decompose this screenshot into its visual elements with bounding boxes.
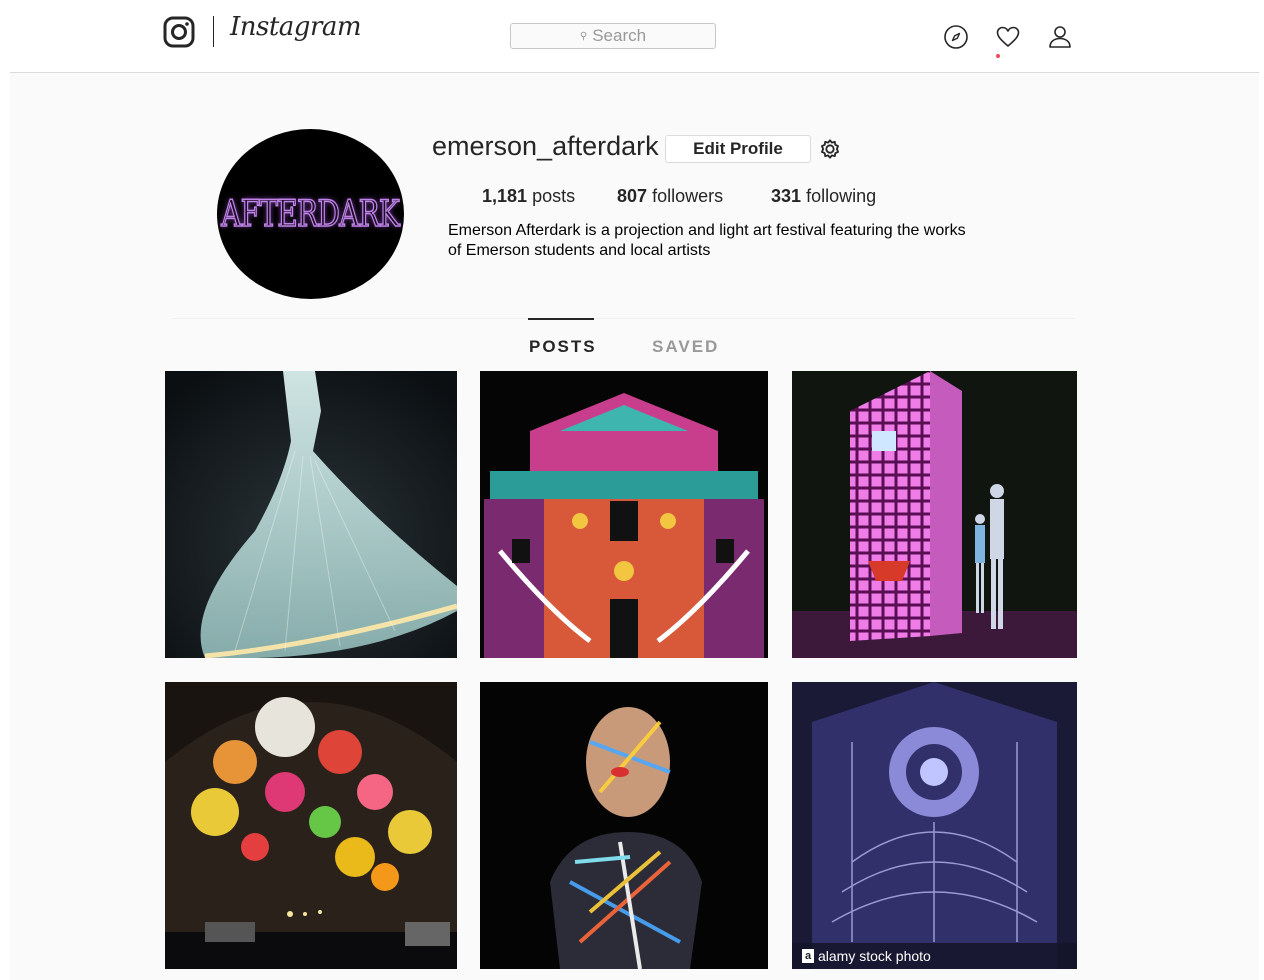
projection-portrait-image — [480, 682, 768, 969]
search-placeholder: Search — [592, 26, 647, 45]
alamy-logo-icon: a — [802, 949, 814, 963]
post-thumbnail-glowing-gown[interactable] — [165, 371, 457, 658]
profile-avatar[interactable]: AFTERDARK — [217, 129, 404, 299]
compass-icon[interactable] — [943, 24, 969, 50]
following-label: following — [806, 186, 877, 206]
tab-saved[interactable]: SAVED — [652, 337, 719, 357]
notification-dot — [996, 54, 1000, 58]
post-thumbnail-projection-portrait[interactable] — [480, 682, 768, 969]
profile-divider — [172, 318, 1075, 319]
avatar-logo-text: AFTERDARK — [221, 193, 401, 236]
bio-line-1: Emerson Afterdark is a projection and li… — [448, 222, 966, 239]
profile-username: emerson_afterdark — [432, 131, 659, 161]
tab-posts[interactable]: POSTS — [529, 337, 597, 357]
posts-count: 1,181 — [482, 186, 528, 206]
followers-label: followers — [652, 186, 724, 206]
instagram-glyph-icon[interactable] — [163, 16, 195, 48]
watermark-text: alamy stock photo — [818, 948, 931, 964]
stock-photo-watermark: a alamy stock photo — [792, 943, 1077, 969]
post-thumbnail-projection-cathedral[interactable]: a alamy stock photo — [792, 682, 1077, 969]
projection-building-image — [480, 371, 768, 658]
followers-count: 807 — [617, 186, 648, 206]
posts-label: posts — [532, 186, 576, 206]
instagram-wordmark[interactable]: Instagram — [230, 12, 362, 42]
flower-tunnel-image — [165, 682, 457, 969]
bio-line-2: of Emerson students and local artists — [448, 242, 711, 259]
search-input[interactable]: ⚲ Search — [510, 23, 716, 49]
following-stat[interactable]: 331 following — [771, 186, 876, 207]
glowing-gown-image — [165, 371, 457, 658]
post-thumbnail-light-tower[interactable] — [792, 371, 1077, 658]
active-tab-indicator — [528, 318, 594, 320]
search-icon: ⚲ — [579, 30, 588, 42]
post-thumbnail-flower-tunnel[interactable] — [165, 682, 457, 969]
projection-cathedral-image — [792, 682, 1077, 969]
person-icon[interactable] — [1047, 24, 1073, 50]
posts-stat: 1,181 posts — [482, 186, 575, 207]
edit-profile-button[interactable]: Edit Profile — [665, 135, 811, 163]
logo-divider — [213, 16, 214, 47]
post-thumbnail-projection-building[interactable] — [480, 371, 768, 658]
light-tower-image — [792, 371, 1077, 658]
gear-icon[interactable] — [819, 138, 841, 160]
profile-bio: Emerson Afterdark is a projection and li… — [448, 221, 1048, 261]
heart-icon[interactable] — [995, 24, 1021, 50]
followers-stat[interactable]: 807 followers — [617, 186, 723, 207]
following-count: 331 — [771, 186, 802, 206]
